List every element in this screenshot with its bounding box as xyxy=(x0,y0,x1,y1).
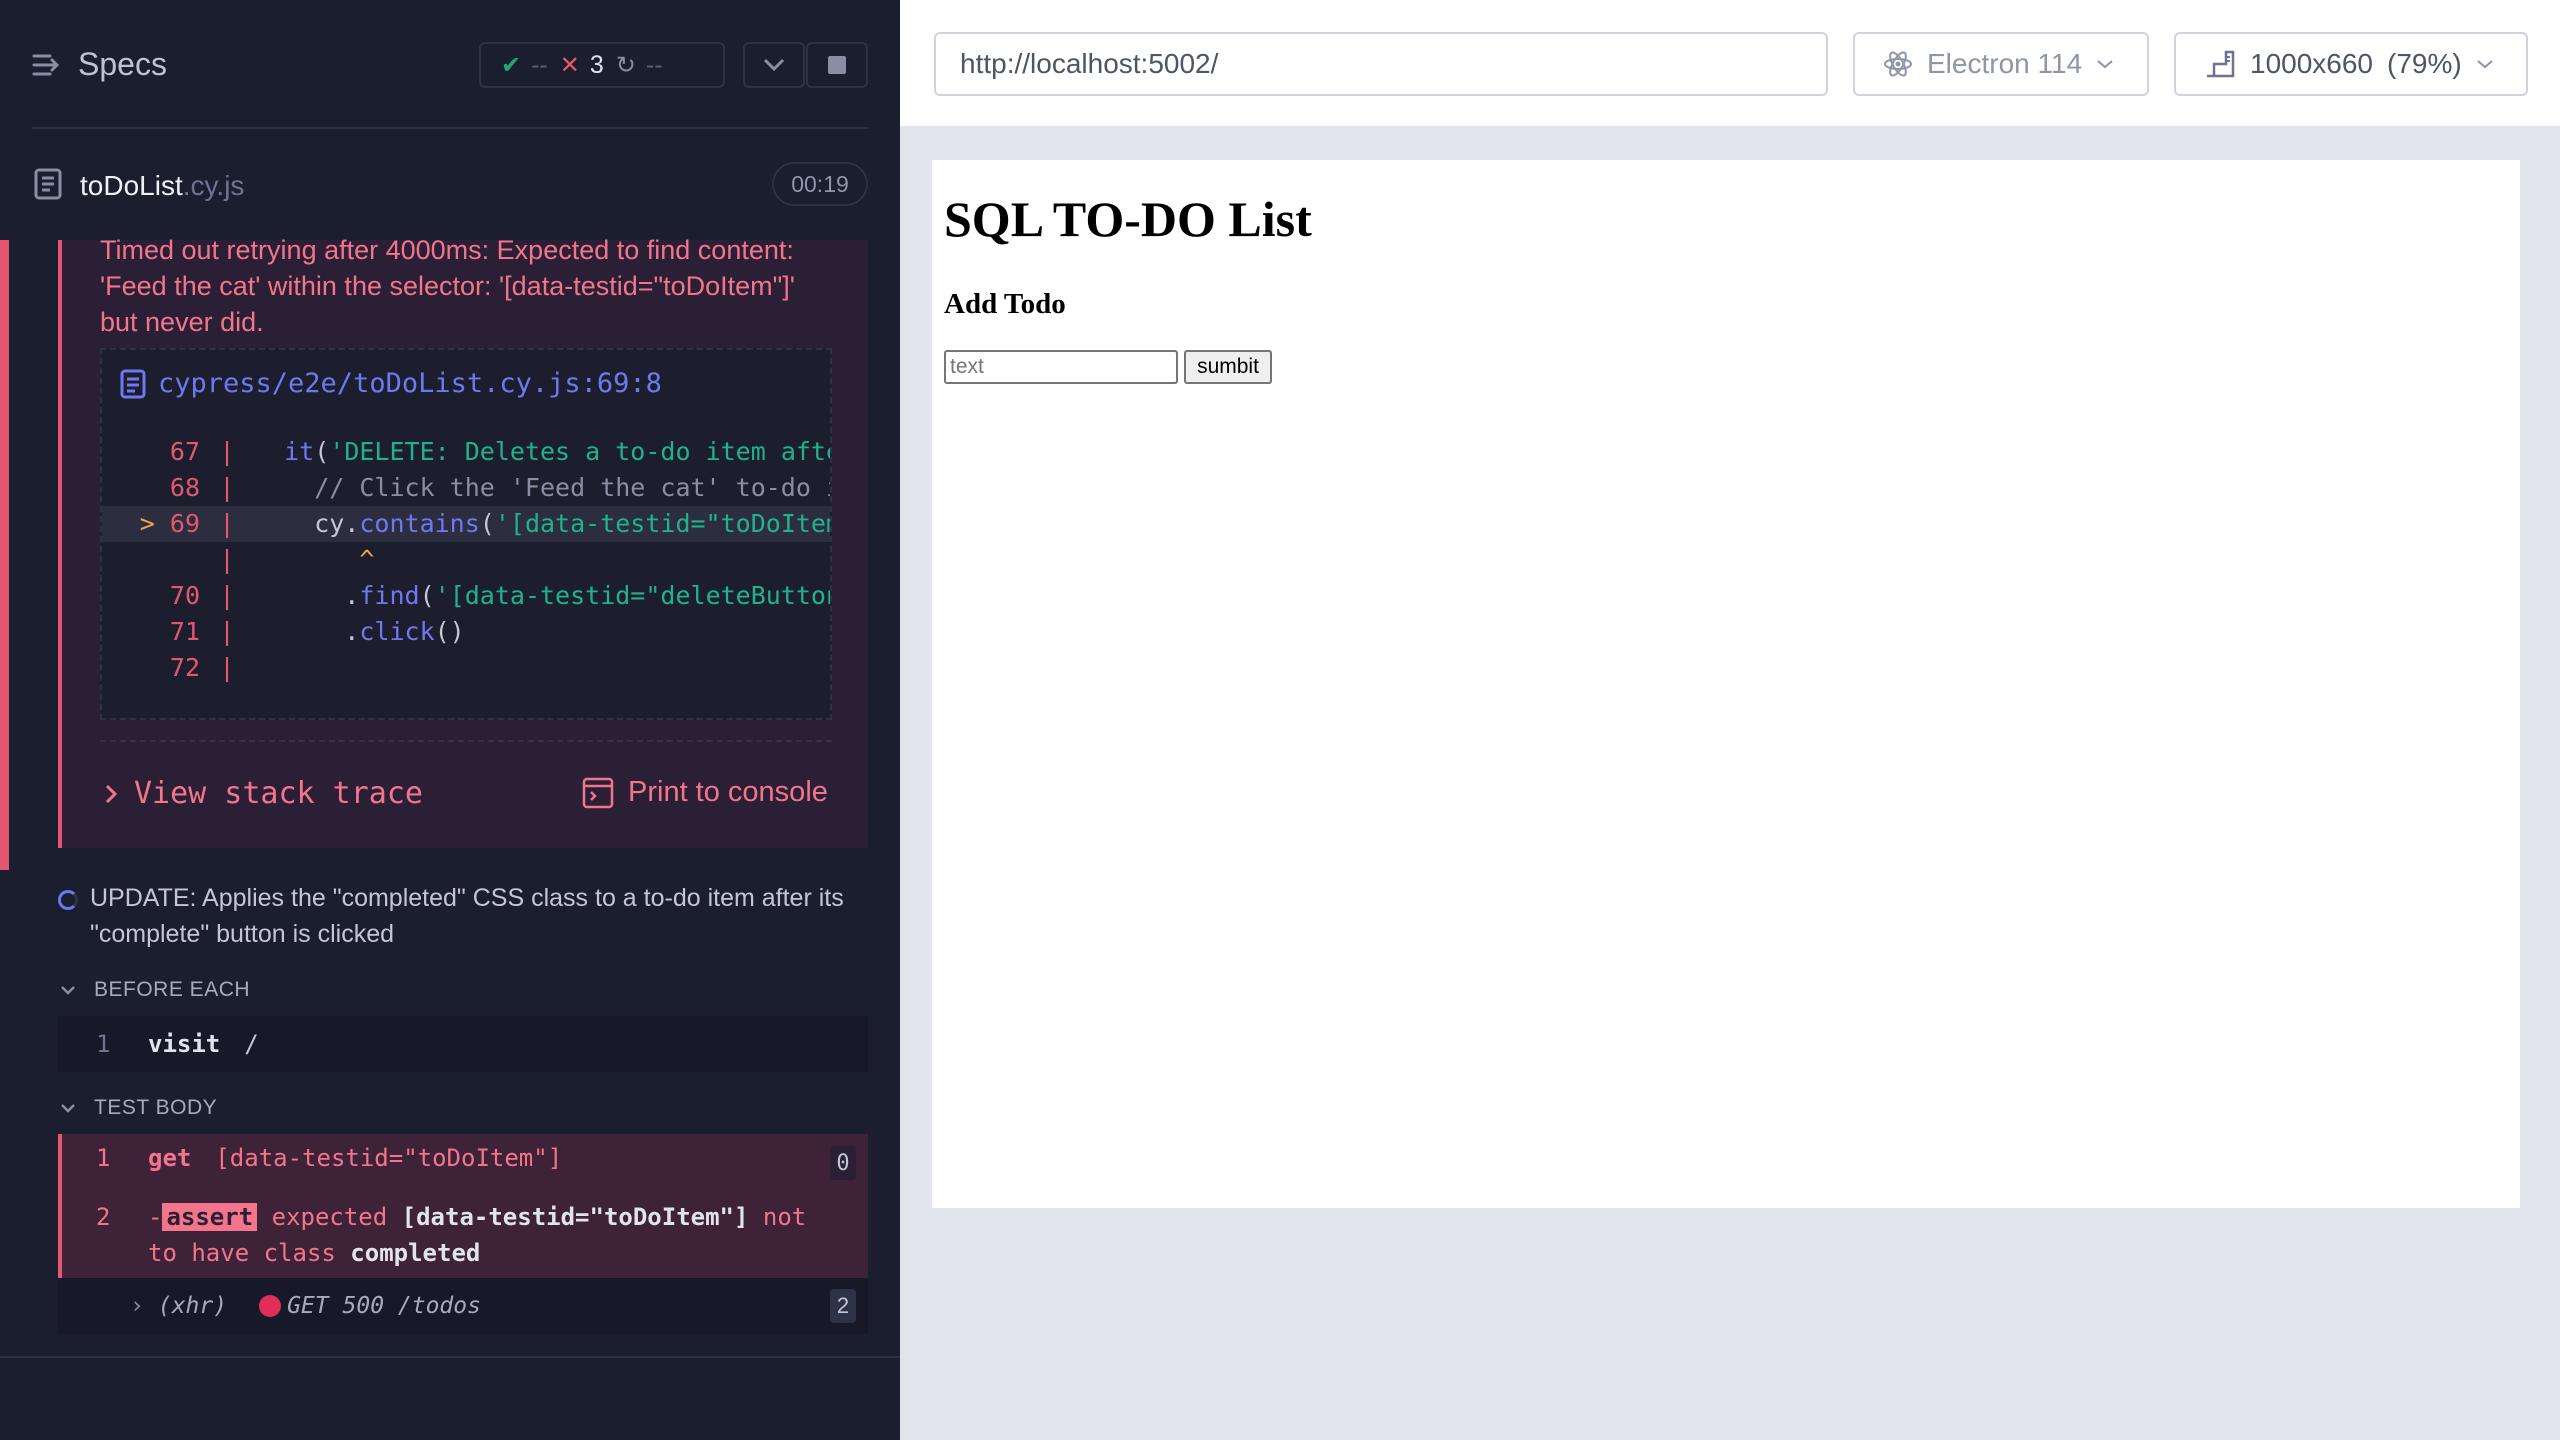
error-status-dot-icon xyxy=(259,1295,282,1317)
spec-name-base: toDoList xyxy=(80,170,183,201)
stop-icon xyxy=(828,56,846,74)
xhr-log-row[interactable]: › (xhr) GET 500 /todos xyxy=(58,1278,868,1334)
spec-file-name[interactable]: toDoList.cy.js xyxy=(80,170,244,202)
todo-text-input[interactable] xyxy=(944,350,1178,384)
pending-stat: ↻ -- xyxy=(616,51,663,80)
assert-class: completed xyxy=(350,1239,481,1267)
spec-name-ext: .cy.js xyxy=(182,170,245,201)
viewport-zoom: (79%) xyxy=(2387,48,2462,79)
chevron-down-icon xyxy=(61,1104,75,1113)
error-panel: Timed out retrying after 4000ms: Expecte… xyxy=(58,235,868,848)
aut-toolbar: http://localhost:5002/ Electron 114 1000… xyxy=(900,0,2560,128)
spinner-icon: ↻ xyxy=(615,51,636,79)
autoscroll-button[interactable] xyxy=(743,42,805,88)
command-number: 1 xyxy=(96,1144,111,1172)
chevron-down-icon xyxy=(763,58,785,72)
command-number: 1 xyxy=(96,1030,111,1058)
code-line-caret: | ^ xyxy=(219,545,375,574)
error-separator xyxy=(100,740,832,742)
command-message: / xyxy=(244,1030,259,1058)
view-stack-trace-button[interactable]: View stack trace xyxy=(104,776,423,811)
passed-count: -- xyxy=(531,50,548,79)
file-icon xyxy=(120,369,146,398)
x-icon: ✕ xyxy=(559,51,580,79)
element-count-badge: 0 xyxy=(830,1146,856,1180)
running-spinner-icon xyxy=(58,890,78,910)
code-frame: cypress/e2e/toDoList.cy.js:69:8 67 | it('… xyxy=(100,348,832,720)
command-number: 2 xyxy=(96,1203,111,1231)
code-line-72: 72 | xyxy=(169,653,235,682)
url-bar[interactable]: http://localhost:5002/ xyxy=(934,32,1828,96)
view-stack-trace-label: View stack trace xyxy=(134,776,423,811)
assert-word-expected: expected xyxy=(271,1203,388,1231)
browser-name: Electron 114 xyxy=(1927,48,2083,79)
xhr-count-badge: 2 xyxy=(830,1289,856,1323)
pending-count: -- xyxy=(645,50,663,79)
xhr-type: (xhr) xyxy=(157,1293,228,1319)
spec-duration: 00:19 xyxy=(772,162,868,206)
command-name: visit xyxy=(148,1030,221,1058)
browser-selector[interactable]: Electron 114 xyxy=(1853,32,2149,96)
print-to-console-label: Print to console xyxy=(628,776,828,808)
stop-button[interactable] xyxy=(806,42,868,88)
test-body-header[interactable]: TEST BODY xyxy=(60,1096,217,1120)
test-stats: ✔ -- ✕ 3 ↻ -- xyxy=(479,42,725,88)
code-frame-file-link[interactable]: cypress/e2e/toDoList.cy.js:69:8 xyxy=(120,368,662,399)
command-get[interactable]: 1 get [data-testid="toDoItem"] xyxy=(58,1144,868,1172)
ruler-icon xyxy=(2207,50,2235,78)
add-todo-heading: Add Todo xyxy=(944,288,1066,320)
test-title: UPDATE: Applies the "completed" CSS clas… xyxy=(90,884,844,948)
check-icon: ✔ xyxy=(501,51,522,79)
specs-list-icon[interactable] xyxy=(32,50,62,80)
failed-stat: ✕ 3 xyxy=(560,51,604,80)
failure-indicator xyxy=(0,240,9,870)
error-message: Timed out retrying after 4000ms: Expecte… xyxy=(100,235,795,337)
reporter-panel: Specs ✔ -- ✕ 3 ↻ -- toDoList.cy.js 00:19… xyxy=(0,0,900,1440)
app-title: SQL TO-DO List xyxy=(944,191,1312,247)
chevron-right-icon: › xyxy=(130,1293,144,1319)
electron-icon xyxy=(1884,51,1912,77)
command-assert[interactable]: 2 - assert expected [data-testid="toDoIte… xyxy=(58,1199,868,1271)
before-each-hook-header[interactable]: BEFORE EACH xyxy=(60,978,250,1002)
assert-message: - assert expected [data-testid="toDoItem"… xyxy=(148,1203,807,1267)
document-icon xyxy=(34,168,62,200)
assert-tag: assert xyxy=(162,1203,258,1231)
code-line-71: 71 | .click() xyxy=(169,617,465,646)
passed-stat: ✔ -- xyxy=(501,51,548,80)
app-under-test-frame: SQL TO-DO List Add Todo sumbit xyxy=(932,160,2520,1208)
before-each-label: BEFORE EACH xyxy=(94,978,251,1001)
command-name: get xyxy=(148,1144,192,1172)
header-divider xyxy=(32,127,868,129)
test-body-label: TEST BODY xyxy=(94,1096,218,1119)
command-visit[interactable]: 1 visit / xyxy=(58,1016,868,1072)
chevron-down-icon xyxy=(2097,60,2113,69)
submit-button[interactable]: sumbit xyxy=(1184,350,1272,384)
xhr-request: GET 500 /todos xyxy=(287,1293,481,1319)
terminal-icon xyxy=(582,777,614,808)
specs-label[interactable]: Specs xyxy=(78,46,167,83)
chevron-right-icon xyxy=(105,784,118,803)
reporter-bottom-divider xyxy=(0,1356,900,1358)
code-line-68: 68 | // Click the 'Feed the cat' to-do i xyxy=(169,473,832,502)
command-message: [data-testid="toDoItem"] xyxy=(215,1144,563,1172)
chevron-down-icon xyxy=(61,986,75,995)
failed-count: 3 xyxy=(589,50,604,79)
code-line-69: > 69 | cy.contains('[data-testid="toDoIte… xyxy=(102,506,830,542)
chevron-down-icon xyxy=(2477,60,2493,69)
assert-subject: [data-testid="toDoItem"] xyxy=(401,1203,749,1231)
viewport-selector[interactable]: 1000x660 (79%) xyxy=(2174,32,2528,96)
code-line-67: 67 | it('DELETE: Deletes a to-do item aft… xyxy=(169,437,832,466)
print-to-console-button[interactable]: Print to console xyxy=(582,776,828,809)
viewport-size: 1000x660 xyxy=(2250,48,2374,79)
code-line-70: 70 | .find('[data-testid="deleteButton xyxy=(169,581,832,610)
code-frame-file-path: cypress/e2e/toDoList.cy.js:69:8 xyxy=(158,368,662,399)
